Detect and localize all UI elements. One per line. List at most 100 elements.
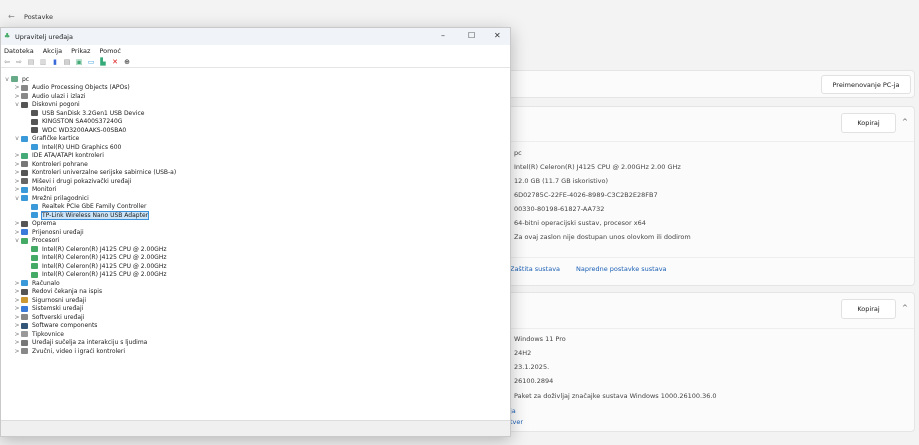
back-icon[interactable]: ⇦ (3, 58, 11, 66)
chevron-right-icon[interactable]: > (13, 84, 21, 91)
chevron-down-icon[interactable]: v (13, 135, 21, 142)
device-category[interactable]: > Monitori (1, 186, 510, 195)
enable-device-icon[interactable]: ▙ (99, 58, 107, 66)
chevron-right-icon[interactable]: > (13, 178, 21, 185)
chevron-right-icon[interactable]: > (13, 314, 21, 321)
back-arrow-icon[interactable]: ← (8, 12, 15, 21)
chevron-up-icon[interactable]: ^ (902, 304, 908, 312)
menu-help[interactable]: Pomoć (99, 47, 121, 55)
device-item[interactable]: Realtek PCIe GbE Family Controller (1, 203, 510, 212)
device-item[interactable]: Intel(R) Celeron(R) J4125 CPU @ 2.00GHz (1, 262, 510, 271)
device-label: Intel(R) UHD Graphics 600 (42, 143, 122, 151)
software-link[interactable]: tver (510, 418, 523, 426)
device-category[interactable]: > Software components (1, 322, 510, 331)
device-label: WDC WD3200AAKS-00SBA0 (42, 126, 127, 134)
spec-value: 6D02785C-22FE-4026-8989-C3C2B2E28FB7 (514, 191, 658, 199)
chevron-right-icon[interactable]: > (13, 348, 21, 355)
device-item[interactable]: KINGSTON SA400S37240G (1, 118, 510, 127)
update-driver-icon[interactable]: ▣ (75, 58, 83, 66)
copy-button[interactable]: Kopiraj (841, 299, 896, 319)
device-category[interactable]: > Audio ulazi i izlazi (1, 92, 510, 101)
advanced-settings-link[interactable]: Napredne postavke sustava (576, 265, 667, 273)
chevron-right-icon[interactable]: > (13, 297, 21, 304)
device-category[interactable]: > Uređaji sučelja za interakciju s ljudim… (1, 339, 510, 348)
menu-action[interactable]: Akcija (43, 47, 62, 55)
properties-icon[interactable]: ▥ (39, 58, 47, 66)
device-category[interactable]: > Softverski uređaji (1, 313, 510, 322)
device-label: IDE ATA/ATAPI kontroleri (32, 152, 104, 160)
chevron-right-icon[interactable]: > (13, 305, 21, 312)
chevron-right-icon[interactable]: > (13, 169, 21, 176)
device-category[interactable]: > Tipkovnice (1, 330, 510, 339)
chevron-right-icon[interactable]: > (13, 93, 21, 100)
spec-value: Za ovaj zaslon nije dostupan unos olovko… (514, 233, 691, 241)
chevron-right-icon[interactable]: > (13, 161, 21, 168)
chevron-right-icon[interactable]: > (13, 322, 21, 329)
chevron-right-icon[interactable]: > (13, 280, 21, 287)
chevron-down-icon[interactable]: v (13, 101, 21, 108)
chevron-right-icon[interactable]: > (13, 288, 21, 295)
device-category[interactable]: > Oprema (1, 220, 510, 229)
scan-hardware-icon[interactable]: ▭ (87, 58, 95, 66)
rename-pc-button[interactable]: Preimenovanje PC-ja (821, 75, 911, 94)
device-category[interactable]: > Sigurnosni uređaji (1, 296, 510, 305)
device-category[interactable]: > IDE ATA/ATAPI kontroleri (1, 152, 510, 161)
device-category[interactable]: > Računalo (1, 279, 510, 288)
device-label: Software components (32, 322, 98, 330)
device-item[interactable]: USB SanDisk 3.2Gen1 USB Device (1, 109, 510, 118)
chevron-right-icon[interactable]: > (13, 220, 21, 227)
settings-header: ← Postavke (0, 0, 919, 30)
device-item[interactable]: Intel(R) Celeron(R) J4125 CPU @ 2.00GHz (1, 245, 510, 254)
help-icon[interactable]: ▮ (51, 58, 59, 66)
title-bar: ♣ Upravitelj uređaja – ☐ ✕ (1, 28, 510, 45)
device-category[interactable]: > Prijenosni uređaji (1, 228, 510, 237)
device-item[interactable]: WDC WD3200AAKS-00SBA0 (1, 126, 510, 135)
device-label: Uređaji sučelja za interakciju s ljudima (32, 339, 148, 347)
device-item[interactable]: Intel(R) UHD Graphics 600 (1, 143, 510, 152)
chevron-down-icon[interactable]: v (13, 237, 21, 244)
close-button[interactable]: ✕ (494, 31, 501, 40)
device-category[interactable]: > Sistemski uređaji (1, 305, 510, 314)
system-protection-link[interactable]: Zaštita sustava (510, 265, 560, 273)
device-label: TP-Link Wireless Nano USB Adapter (40, 210, 150, 220)
disable-device-icon[interactable]: ⊕ (123, 58, 131, 66)
forward-icon[interactable]: ⇨ (15, 58, 23, 66)
device-category[interactable]: > Audio Processing Objects (APOs) (1, 84, 510, 93)
maximize-button[interactable]: ☐ (468, 31, 475, 40)
view-icon[interactable]: ▤ (27, 58, 35, 66)
device-category[interactable]: v Diskovni pogoni (1, 101, 510, 110)
chevron-right-icon[interactable]: > (13, 152, 21, 159)
device-item[interactable]: Intel(R) Celeron(R) J4125 CPU @ 2.00GHz (1, 271, 510, 280)
device-label: Sigurnosni uređaji (32, 296, 87, 304)
minimize-button[interactable]: – (441, 31, 445, 40)
chevron-right-icon[interactable]: > (13, 331, 21, 338)
menu-file[interactable]: Datoteka (4, 47, 34, 55)
device-item[interactable]: Intel(R) Celeron(R) J4125 CPU @ 2.00GHz (1, 254, 510, 263)
device-category[interactable]: > Zvučni, video i igraći kontroleri (1, 347, 510, 356)
device-icon (31, 271, 38, 278)
device-category[interactable]: > Kontroleri pohrane (1, 160, 510, 169)
show-hidden-icon[interactable]: ▤ (63, 58, 71, 66)
device-category[interactable]: v pc (1, 75, 510, 84)
device-category[interactable]: > Kontroleri univerzalne serijske sabirni… (1, 169, 510, 178)
menu-view[interactable]: Prikaz (71, 47, 90, 55)
copy-button[interactable]: Kopiraj (841, 113, 896, 133)
device-icon (21, 305, 28, 312)
chevron-up-icon[interactable]: ^ (902, 118, 908, 126)
device-category[interactable]: v Grafičke kartice (1, 135, 510, 144)
device-category[interactable]: v Procesori (1, 237, 510, 246)
chevron-down-icon[interactable]: v (13, 195, 21, 202)
device-icon (21, 229, 28, 236)
chevron-down-icon[interactable]: v (3, 76, 11, 83)
device-item[interactable]: TP-Link Wireless Nano USB Adapter (1, 210, 510, 220)
uninstall-icon[interactable]: ✕ (111, 58, 119, 66)
spec-value: 00330-80198-61827-AA732 (514, 205, 605, 213)
chevron-right-icon[interactable]: > (13, 229, 21, 236)
chevron-right-icon[interactable]: > (13, 186, 21, 193)
chevron-right-icon[interactable]: > (13, 339, 21, 346)
device-label: Monitori (32, 186, 57, 194)
device-category[interactable]: > Miševi i drugi pokazivački uređaji (1, 177, 510, 186)
device-icon (31, 203, 38, 210)
device-category[interactable]: v Mrežni prilagodnici (1, 194, 510, 203)
device-category[interactable]: > Redovi čekanja na ispis (1, 288, 510, 297)
